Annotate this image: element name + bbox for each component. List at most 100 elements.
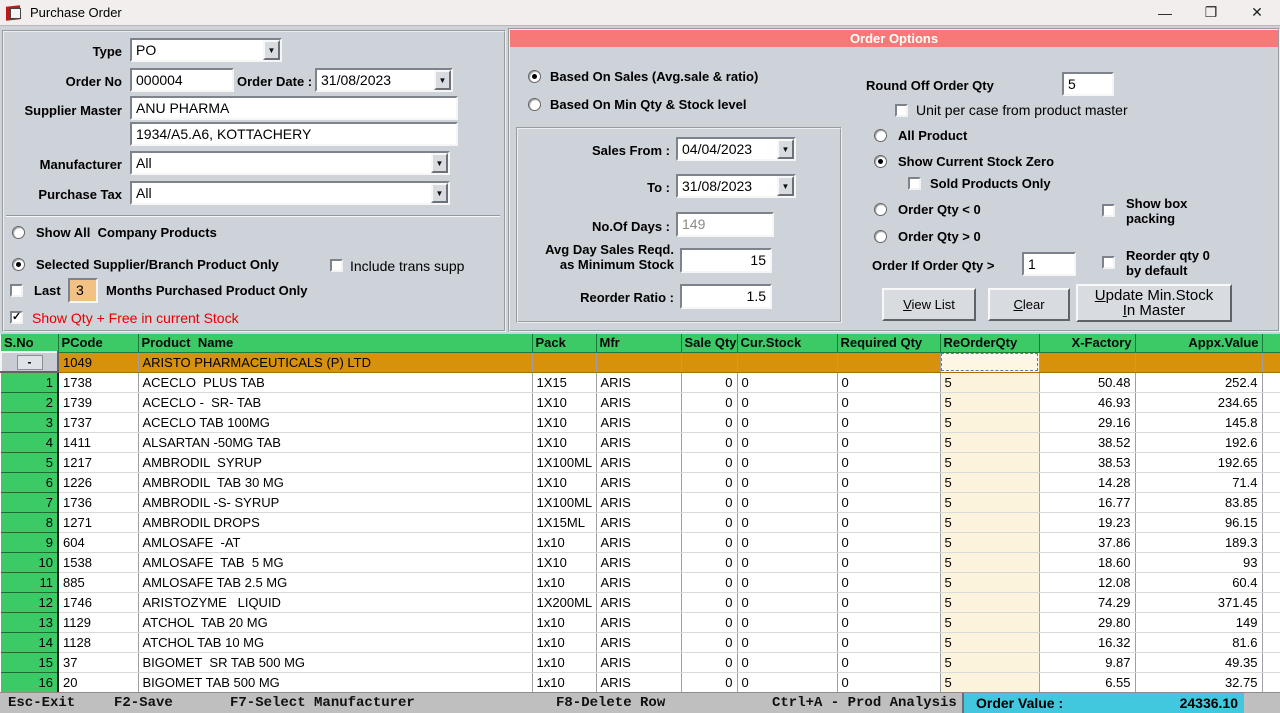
- col-required-qty[interactable]: Required Qty: [837, 334, 940, 352]
- cell-sno[interactable]: 5: [1, 452, 58, 472]
- cell-reorder-qty[interactable]: 5: [940, 672, 1039, 692]
- sold-products-checkbox[interactable]: [908, 177, 921, 190]
- cell-x-factory[interactable]: 74.29: [1039, 592, 1135, 612]
- table-row[interactable]: 7 1736 AMBRODIL -S- SYRUP 1X100ML ARIS 0…: [1, 492, 1280, 512]
- cell-pcode[interactable]: 1049: [58, 352, 138, 372]
- chevron-down-icon[interactable]: ▼: [431, 153, 448, 173]
- cell-sno[interactable]: 11: [1, 572, 58, 592]
- table-row[interactable]: 2 1739 ACECLO - SR- TAB 1X10 ARIS 0 0 0 …: [1, 392, 1280, 412]
- cell-pcode[interactable]: 1737: [58, 412, 138, 432]
- order-qty-gt0-radio[interactable]: [874, 230, 887, 243]
- cell-mfr[interactable]: ARIS: [596, 652, 681, 672]
- cell-appx-value[interactable]: 252.4: [1135, 372, 1262, 392]
- cell-pcode[interactable]: 1411: [58, 432, 138, 452]
- table-row[interactable]: 8 1271 AMBRODIL DROPS 1X15ML ARIS 0 0 0 …: [1, 512, 1280, 532]
- cell-required-qty[interactable]: 0: [837, 532, 940, 552]
- based-on-sales-radio[interactable]: [528, 70, 541, 83]
- chevron-down-icon[interactable]: ▼: [777, 176, 794, 196]
- stock-zero-radio[interactable]: [874, 155, 887, 168]
- cell-pack[interactable]: 1x10: [532, 652, 596, 672]
- cell-cur-stock[interactable]: 0: [737, 612, 837, 632]
- cell-appx-value[interactable]: 71.4: [1135, 472, 1262, 492]
- close-icon[interactable]: ✕: [1234, 0, 1280, 25]
- cell-sno[interactable]: 8: [1, 512, 58, 532]
- cell-appx-value[interactable]: 96.15: [1135, 512, 1262, 532]
- cell-mfr[interactable]: ARIS: [596, 612, 681, 632]
- cell-mfr[interactable]: [596, 352, 681, 372]
- table-row[interactable]: 16 20 BIGOMET TAB 500 MG 1x10 ARIS 0 0 0…: [1, 672, 1280, 692]
- table-row[interactable]: 15 37 BIGOMET SR TAB 500 MG 1x10 ARIS 0 …: [1, 652, 1280, 672]
- cell-mfr[interactable]: ARIS: [596, 392, 681, 412]
- supplier-name-field[interactable]: ANU PHARMA: [130, 96, 458, 120]
- cell-product-name[interactable]: ATCHOL TAB 20 MG: [138, 612, 532, 632]
- table-row[interactable]: 6 1226 AMBRODIL TAB 30 MG 1X10 ARIS 0 0 …: [1, 472, 1280, 492]
- cell-pack[interactable]: 1X100ML: [532, 492, 596, 512]
- cell-sno[interactable]: 12: [1, 592, 58, 612]
- col-appx-value[interactable]: Appx.Value: [1135, 334, 1262, 352]
- cell-pcode[interactable]: 1226: [58, 472, 138, 492]
- collapse-group-button[interactable]: -: [1, 352, 58, 372]
- chevron-down-icon[interactable]: ▼: [777, 139, 794, 159]
- cell-x-factory[interactable]: 16.77: [1039, 492, 1135, 512]
- include-trans-supp-checkbox[interactable]: [330, 259, 343, 272]
- cell-reorder-qty[interactable]: 5: [940, 652, 1039, 672]
- col-x-factory[interactable]: X-Factory: [1039, 334, 1135, 352]
- cell-cur-stock[interactable]: 0: [737, 552, 837, 572]
- cell-pack[interactable]: [532, 352, 596, 372]
- cell-required-qty[interactable]: 0: [837, 652, 940, 672]
- cell-pcode[interactable]: 1129: [58, 612, 138, 632]
- col-pcode[interactable]: PCode: [58, 334, 138, 352]
- cell-appx-value[interactable]: 81.6: [1135, 632, 1262, 652]
- cell-cur-stock[interactable]: 0: [737, 452, 837, 472]
- last-months-checkbox[interactable]: [10, 284, 23, 297]
- cell-mfr[interactable]: ARIS: [596, 492, 681, 512]
- cell-product-name[interactable]: AMBRODIL SYRUP: [138, 452, 532, 472]
- cell-sno[interactable]: 2: [1, 392, 58, 412]
- cell-pack[interactable]: 1X200ML: [532, 592, 596, 612]
- table-row[interactable]: 9 604 AMLOSAFE -AT 1x10 ARIS 0 0 0 5 37.…: [1, 532, 1280, 552]
- cell-pcode[interactable]: 1271: [58, 512, 138, 532]
- table-row[interactable]: 14 1128 ATCHOL TAB 10 MG 1x10 ARIS 0 0 0…: [1, 632, 1280, 652]
- cell-mfr[interactable]: ARIS: [596, 412, 681, 432]
- chevron-down-icon[interactable]: ▼: [434, 70, 451, 90]
- order-no-field[interactable]: 000004: [130, 68, 234, 92]
- cell-cur-stock[interactable]: 0: [737, 632, 837, 652]
- cell-pack[interactable]: 1X10: [532, 412, 596, 432]
- cell-sno[interactable]: 15: [1, 652, 58, 672]
- cell-pcode[interactable]: 1128: [58, 632, 138, 652]
- cell-reorder-qty[interactable]: 5: [940, 452, 1039, 472]
- cell-appx-value[interactable]: 93: [1135, 552, 1262, 572]
- all-product-radio[interactable]: [874, 129, 887, 142]
- cell-required-qty[interactable]: 0: [837, 472, 940, 492]
- table-row[interactable]: 1 1738 ACECLO PLUS TAB 1X15 ARIS 0 0 0 5…: [1, 372, 1280, 392]
- order-if-qty-field[interactable]: 1: [1022, 252, 1076, 276]
- cell-sale-qty[interactable]: 0: [681, 412, 737, 432]
- cell-pack[interactable]: 1X15: [532, 372, 596, 392]
- cell-appx-value[interactable]: 192.6: [1135, 432, 1262, 452]
- cell-mfr[interactable]: ARIS: [596, 632, 681, 652]
- cell-x-factory[interactable]: 14.28: [1039, 472, 1135, 492]
- cell-product-name[interactable]: AMBRODIL TAB 30 MG: [138, 472, 532, 492]
- cell-pcode[interactable]: 1217: [58, 452, 138, 472]
- purchase-tax-combo[interactable]: All ▼: [130, 181, 450, 205]
- cell-sale-qty[interactable]: 0: [681, 392, 737, 412]
- col-mfr[interactable]: Mfr: [596, 334, 681, 352]
- clear-button[interactable]: Clear: [988, 288, 1070, 321]
- cell-reorder-qty-focused[interactable]: [940, 352, 1039, 372]
- cell-required-qty[interactable]: 0: [837, 392, 940, 412]
- cell-pcode[interactable]: 1736: [58, 492, 138, 512]
- cell-cur-stock[interactable]: 0: [737, 572, 837, 592]
- col-pack[interactable]: Pack: [532, 334, 596, 352]
- table-row[interactable]: 5 1217 AMBRODIL SYRUP 1X100ML ARIS 0 0 0…: [1, 452, 1280, 472]
- table-row[interactable]: 3 1737 ACECLO TAB 100MG 1X10 ARIS 0 0 0 …: [1, 412, 1280, 432]
- sales-to-combo[interactable]: 31/08/2023 ▼: [676, 174, 796, 198]
- cell-required-qty[interactable]: 0: [837, 612, 940, 632]
- col-sale-qty[interactable]: Sale Qty: [681, 334, 737, 352]
- cell-required-qty[interactable]: 0: [837, 632, 940, 652]
- cell-product-name[interactable]: ACECLO PLUS TAB: [138, 372, 532, 392]
- cell-sno[interactable]: 7: [1, 492, 58, 512]
- cell-appx-value[interactable]: 234.65: [1135, 392, 1262, 412]
- cell-required-qty[interactable]: 0: [837, 592, 940, 612]
- cell-required-qty[interactable]: 0: [837, 552, 940, 572]
- cell-appx-value[interactable]: 32.75: [1135, 672, 1262, 692]
